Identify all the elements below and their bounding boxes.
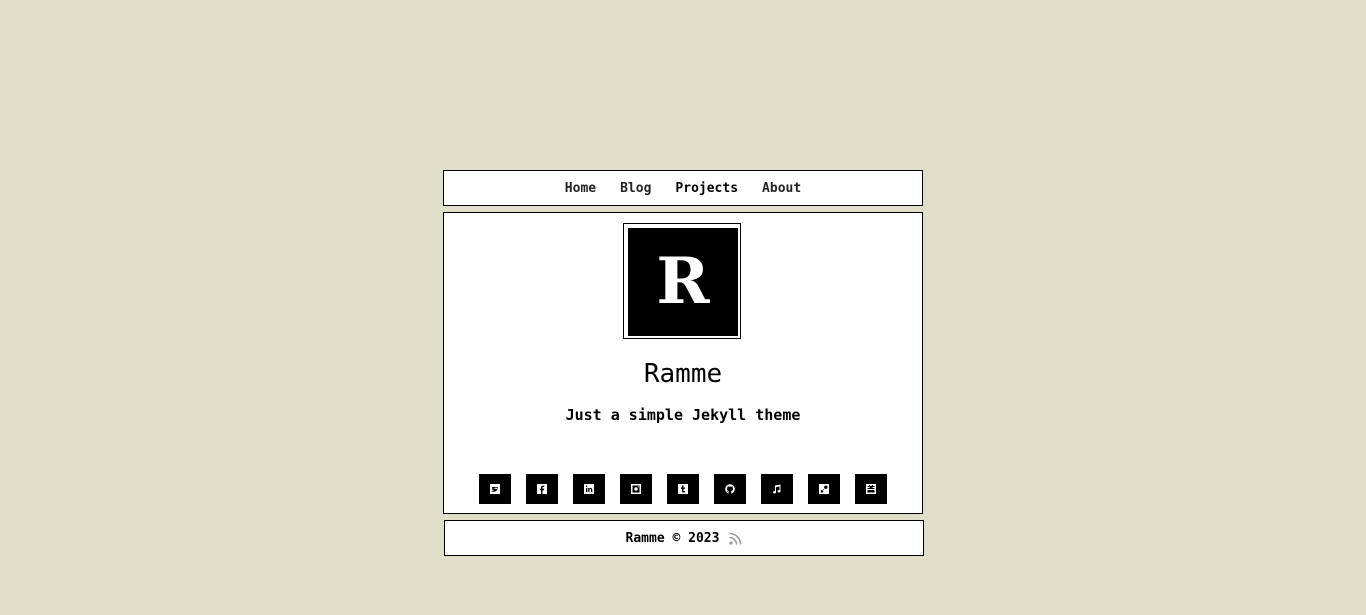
instagram-link[interactable] — [620, 474, 652, 504]
youtube-icon — [866, 484, 876, 494]
social-links — [479, 474, 902, 504]
tumblr-icon — [678, 484, 688, 494]
nav-projects-link[interactable]: Projects — [675, 181, 738, 196]
rss-icon — [729, 532, 742, 545]
music-icon — [773, 484, 781, 494]
twitter-link[interactable] — [479, 474, 511, 504]
site-subtitle: Just a simple Jekyll theme — [565, 406, 801, 424]
steam-link[interactable] — [808, 474, 840, 504]
facebook-link[interactable] — [526, 474, 558, 504]
facebook-icon — [537, 484, 547, 494]
linkedin-icon — [584, 484, 594, 494]
github-icon — [725, 484, 735, 494]
footer-copyright: Ramme © 2023 — [625, 530, 720, 546]
nav-about-link[interactable]: About — [762, 181, 801, 196]
logo-frame: R — [623, 223, 741, 339]
site-logo[interactable]: R — [628, 228, 738, 336]
top-navigation: Home Blog Projects About — [443, 170, 923, 206]
instagram-icon — [631, 484, 641, 494]
steam-icon — [819, 484, 829, 494]
nav-blog-link[interactable]: Blog — [620, 181, 651, 196]
twitter-icon — [490, 484, 500, 494]
linkedin-link[interactable] — [573, 474, 605, 504]
site-footer: Ramme © 2023 — [444, 520, 924, 556]
github-link[interactable] — [714, 474, 746, 504]
site-title: Ramme — [643, 359, 723, 389]
music-link[interactable] — [761, 474, 793, 504]
rss-link[interactable] — [729, 532, 742, 545]
nav-home-link[interactable]: Home — [565, 181, 596, 196]
youtube-link[interactable] — [855, 474, 887, 504]
tumblr-link[interactable] — [667, 474, 699, 504]
profile-card: R Ramme Just a simple Jekyll theme — [443, 212, 923, 514]
